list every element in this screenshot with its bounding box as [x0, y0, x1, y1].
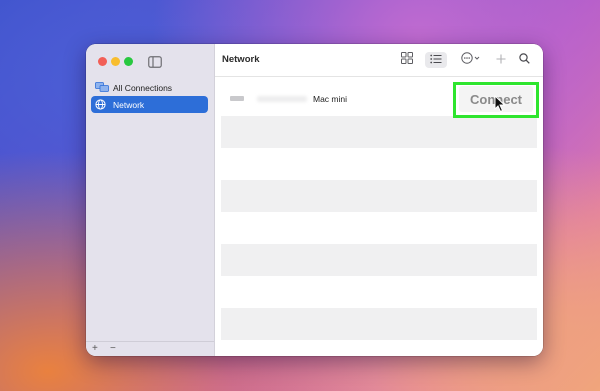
add-icon: [496, 51, 506, 69]
sidebar-item-all-connections[interactable]: All Connections: [91, 79, 208, 96]
sidebar-item-label: Network: [113, 99, 145, 110]
more-options-button[interactable]: [460, 52, 484, 68]
empty-row: [221, 276, 537, 308]
sidebar-footer: + −: [86, 341, 214, 356]
monitors-icon: [95, 82, 109, 93]
sidebar-item-label: All Connections: [113, 82, 173, 93]
sidebar-toggle-icon[interactable]: [148, 55, 162, 68]
globe-icon: [95, 99, 109, 110]
redacted-host-name: [257, 96, 307, 102]
sidebar-item-network[interactable]: Network: [91, 96, 208, 113]
empty-row: [221, 308, 537, 340]
zoom-window-button[interactable]: [124, 57, 133, 66]
search-icon: [518, 51, 530, 69]
device-name: Mac mini: [313, 94, 348, 104]
empty-row: [221, 212, 537, 244]
remove-connection-button[interactable]: −: [110, 342, 116, 356]
grid-view-icon: [401, 51, 413, 69]
list-view-button[interactable]: [425, 52, 447, 68]
minimize-window-button[interactable]: [111, 57, 120, 66]
pointer-cursor-icon: [494, 94, 506, 113]
search-button[interactable]: [517, 52, 531, 68]
add-button[interactable]: [494, 52, 508, 68]
empty-row: [221, 148, 537, 180]
empty-row: [221, 180, 537, 212]
toolbar: Network: [215, 44, 543, 77]
add-connection-button[interactable]: +: [92, 342, 98, 356]
list-view-icon: [430, 51, 442, 69]
more-options-icon: [461, 51, 483, 69]
empty-row: [221, 244, 537, 276]
mac-mini-icon: [230, 96, 244, 101]
empty-row: [221, 116, 537, 148]
sidebar: All Connections Network + −: [86, 44, 215, 356]
close-window-button[interactable]: [98, 57, 107, 66]
grid-view-button[interactable]: [399, 52, 415, 68]
window-title: Network: [222, 54, 260, 65]
